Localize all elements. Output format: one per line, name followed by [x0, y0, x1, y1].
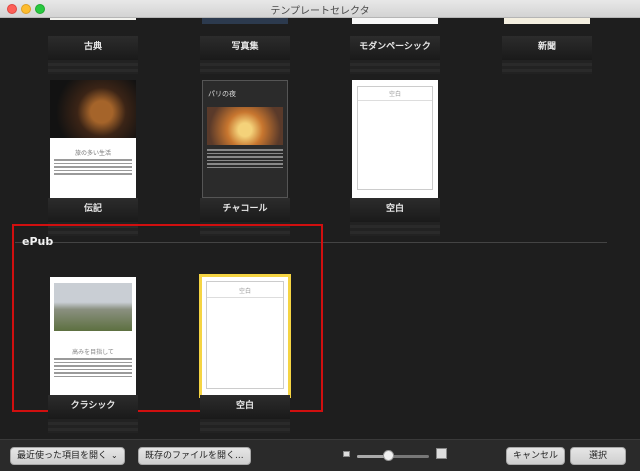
template-thumbnail — [352, 18, 438, 24]
cancel-button[interactable]: キャンセル — [506, 447, 566, 465]
template-thumbnail: 空白 — [352, 80, 438, 198]
template-label: 新聞 — [502, 36, 592, 60]
chevron-down-icon: ⌄ — [111, 451, 118, 460]
zoom-slider-knob[interactable] — [383, 450, 395, 461]
small-thumbnail-icon[interactable] — [343, 451, 350, 457]
template-label: 写真集 — [200, 36, 290, 60]
bottom-toolbar: 最近使った項目を開く ⌄ 既存のファイルを開く... キャンセル 選択 — [0, 439, 640, 471]
thumbnail-reflection — [350, 60, 440, 74]
template-label: モダンペーシック — [350, 36, 440, 60]
template-thumbnail: パリの夜 — [202, 80, 288, 198]
template-label: 伝記 — [48, 198, 138, 222]
template-thumbnail: 旅の多い生活 — [50, 80, 136, 198]
section-title-epub: ePub — [22, 235, 54, 248]
page-heading: パリの夜 — [208, 90, 236, 98]
thumbnail-reflection — [200, 60, 290, 74]
template-label: 空白 — [350, 198, 440, 222]
blank-frame: 空白 — [206, 281, 284, 389]
open-existing-label: 既存のファイルを開く... — [145, 451, 244, 461]
page-heading: 旅の多い生活 — [74, 150, 111, 157]
page-heading: 空白 — [207, 282, 283, 298]
template-label: クラシック — [48, 395, 138, 419]
template-thumbnail-selected: 空白 — [199, 274, 291, 398]
template-thumbnail — [50, 18, 136, 20]
page-heading: 高みを目指して — [72, 349, 114, 356]
mountain-photo — [54, 283, 132, 331]
large-thumbnail-icon[interactable] — [436, 448, 447, 459]
guitar-photo — [50, 80, 136, 138]
template-thumbnail — [504, 18, 590, 24]
thumbnail-reflection — [502, 60, 592, 74]
open-existing-file-button[interactable]: 既存のファイルを開く... — [138, 447, 251, 465]
window-title: テンプレートセレクタ — [270, 6, 370, 17]
template-label: 古典 — [48, 36, 138, 60]
choose-label: 選択 — [588, 451, 607, 461]
thumbnail-reflection — [48, 419, 138, 433]
template-thumbnail: 高みを目指して — [50, 277, 136, 395]
page-heading: 空白 — [358, 87, 432, 101]
cancel-label: キャンセル — [513, 451, 559, 461]
title-bar: テンプレートセレクタ — [0, 0, 640, 18]
thumbnail-reflection — [200, 419, 290, 433]
thumbnail-reflection — [48, 60, 138, 74]
thumbnail-reflection — [350, 222, 440, 236]
choose-button[interactable]: 選択 — [570, 447, 626, 465]
template-label: チャコール — [200, 198, 290, 222]
arch-photo — [207, 107, 283, 145]
template-thumbnail — [202, 18, 288, 24]
open-recent-button[interactable]: 最近使った項目を開く ⌄ — [10, 447, 125, 465]
blank-frame: 空白 — [357, 86, 433, 190]
template-label: 空白 — [200, 395, 290, 419]
open-recent-label: 最近使った項目を開く — [17, 451, 108, 461]
